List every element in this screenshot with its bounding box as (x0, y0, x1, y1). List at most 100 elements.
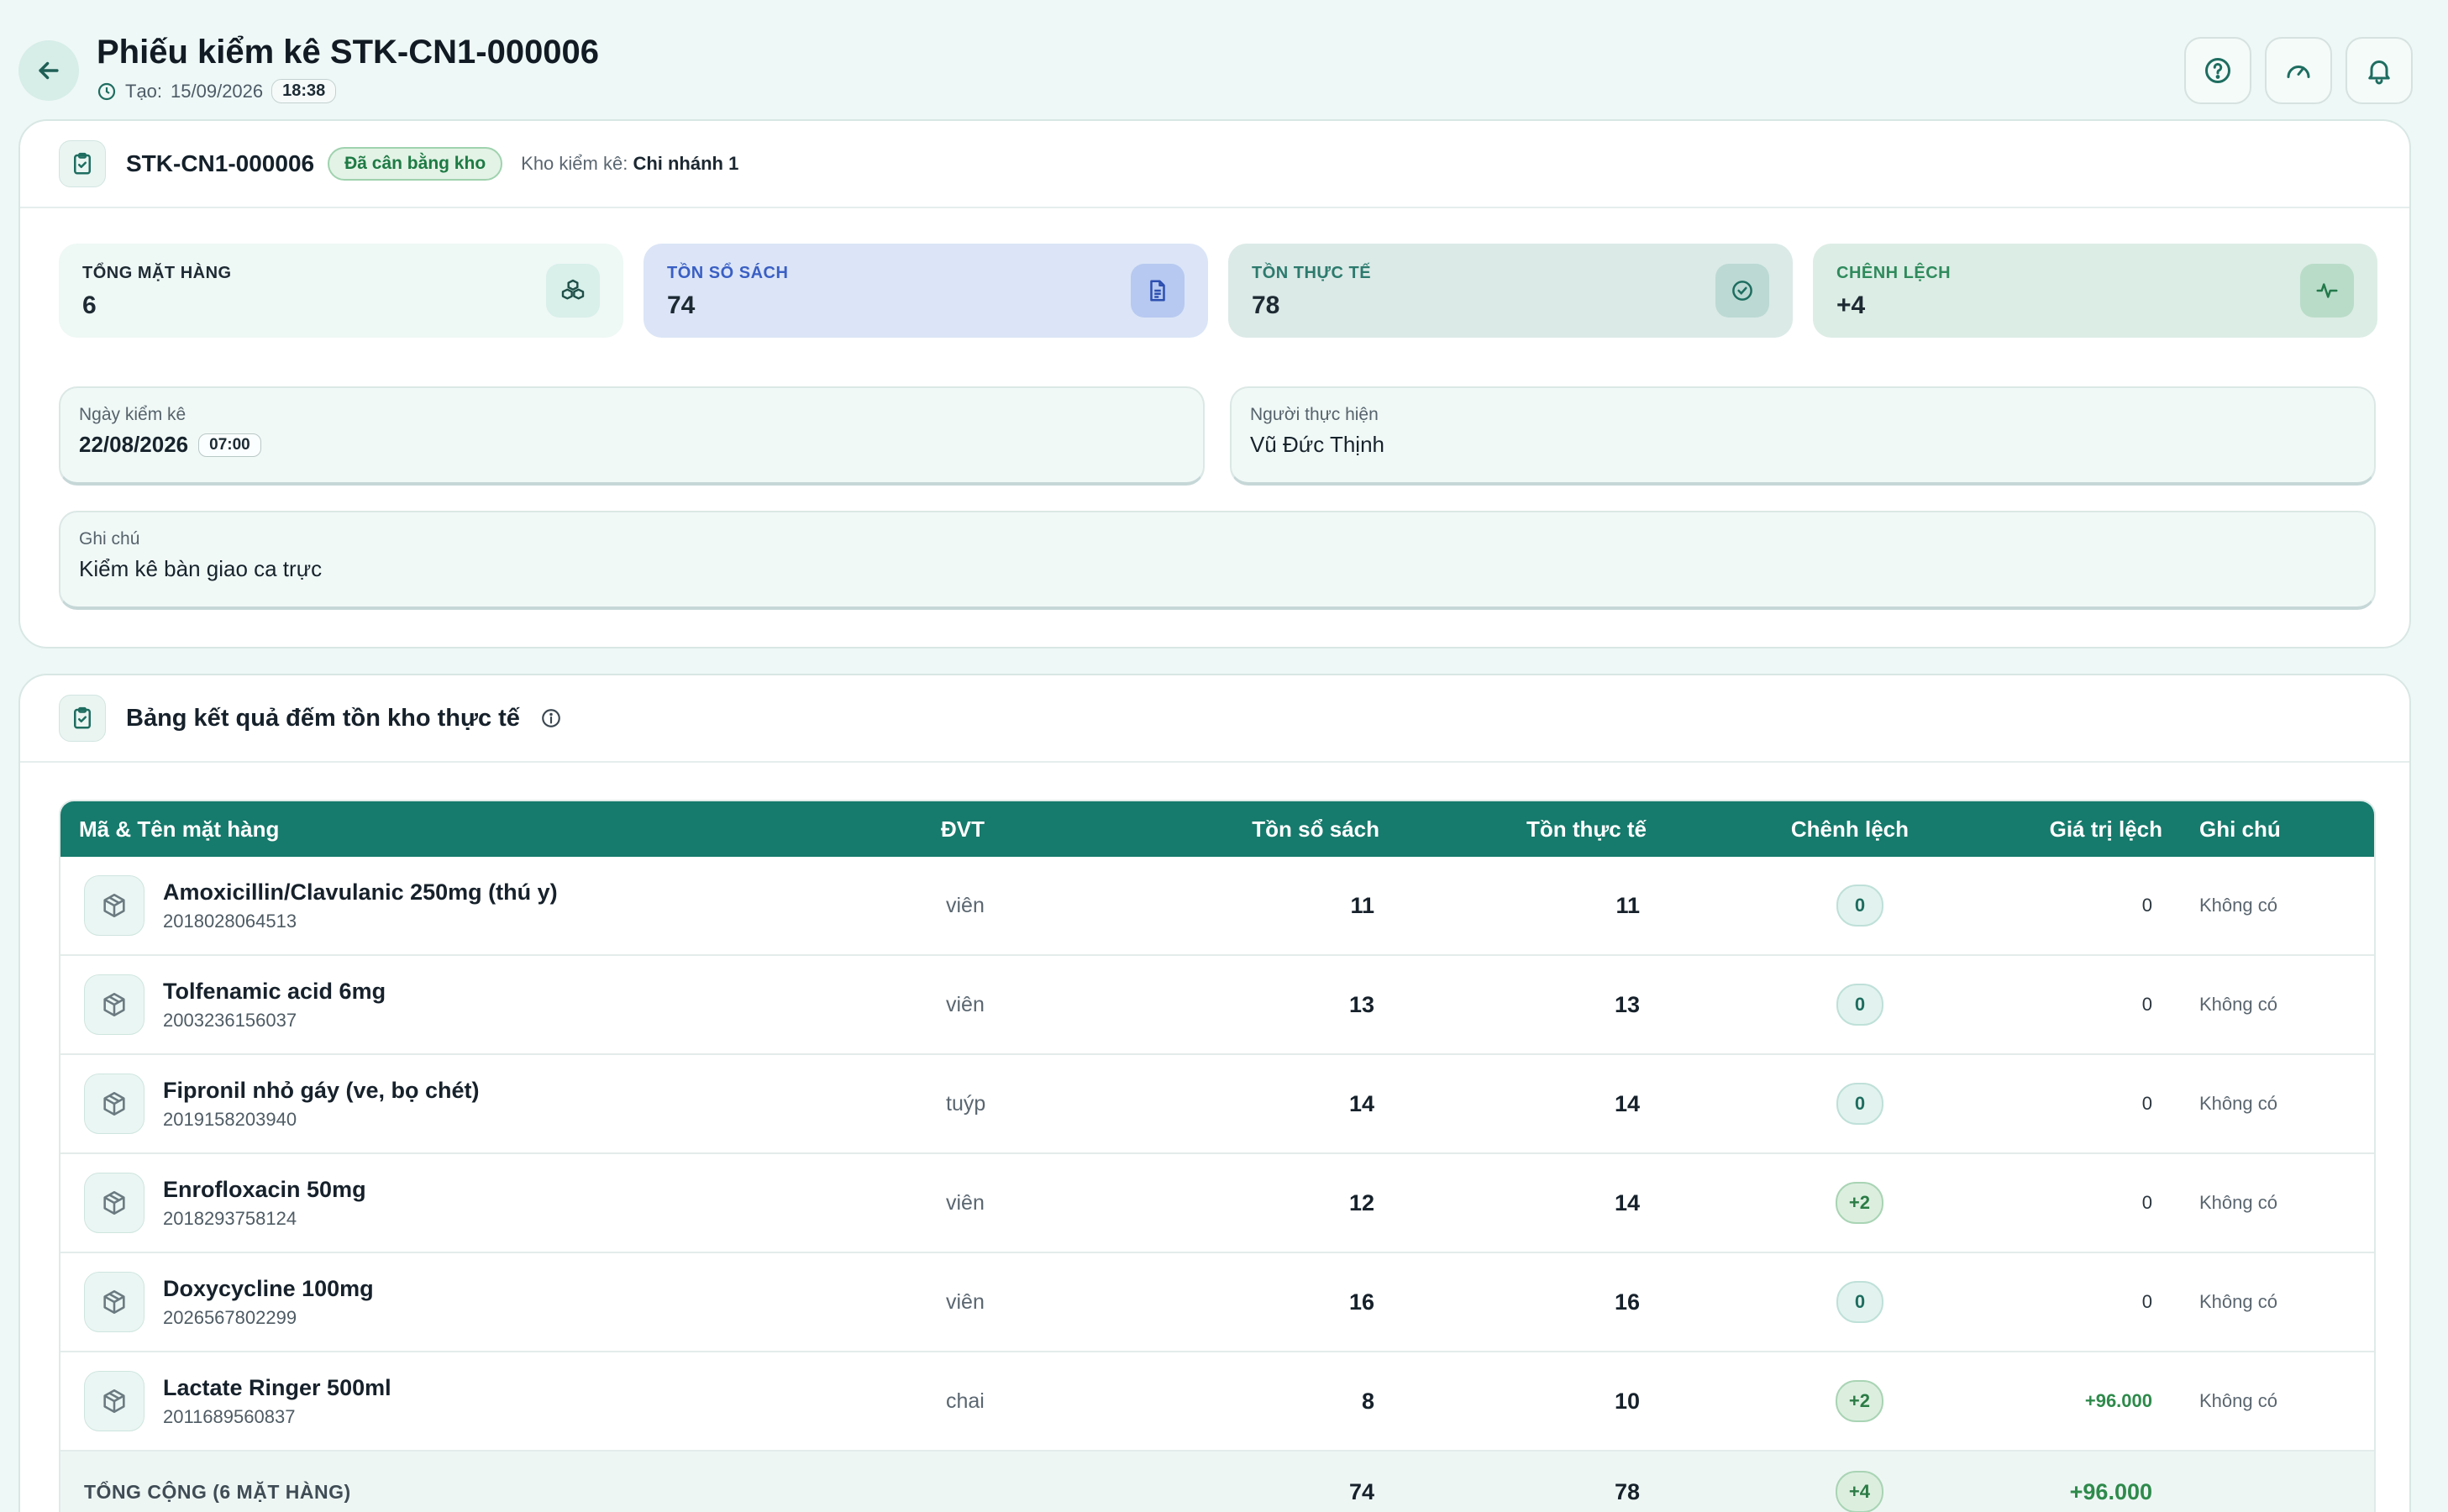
table-row[interactable]: Fipronil nhỏ gáy (ve, bọ chét) 2019158203… (60, 1055, 2374, 1154)
book-cell: 11 (1350, 892, 1374, 918)
col-header-item[interactable]: Mã & Tên mặt hàng (60, 816, 934, 843)
note-label: Ghi chú (79, 529, 140, 549)
note-field[interactable]: Ghi chú Kiểm kê bàn giao ca trực (59, 511, 2376, 610)
item-name: Tolfenamic acid 6mg (163, 978, 386, 1004)
item-code: 2011689560837 (163, 1405, 296, 1427)
table-footer-row: TỔNG CỘNG (6 MẶT HÀNG) 74 78 +4 +96.000 (60, 1452, 2374, 1512)
created-label: Tạo: (125, 80, 163, 102)
total-label: TỔNG CỘNG (6 MẶT HÀNG) (84, 1480, 351, 1503)
note-cell: Không có (2199, 1192, 2277, 1213)
warehouse-label: Kho kiểm kê: (521, 153, 628, 174)
stat-total-items: Tổng mặt hàng 6 (59, 244, 623, 338)
results-card: Bảng kết quả đếm tồn kho thực tế Mã & Tê… (18, 674, 2411, 1512)
total-value: +96.000 (2069, 1478, 2152, 1504)
stat-actual-stock: Tồn thực tế 78 (1228, 244, 1793, 338)
status-badge: Đã cân bằng kho (328, 147, 503, 181)
item-name: Amoxicillin/Clavulanic 250mg (thú y) (163, 879, 558, 905)
help-circle-icon (2203, 55, 2233, 86)
value-cell: 0 (2141, 1192, 2152, 1213)
diff-badge: 0 (1836, 885, 1883, 927)
col-header-note[interactable]: Ghi chú (2162, 816, 2372, 843)
diff-badge: 0 (1836, 984, 1883, 1026)
person-label: Người thực hiện (1250, 405, 1379, 424)
arrow-left-icon (34, 56, 63, 85)
stat-label: Tổng mặt hàng (82, 264, 232, 282)
stat-book-stock: Tồn sổ sách 74 (644, 244, 1208, 338)
actual-cell: 11 (1615, 892, 1640, 918)
notifications-button[interactable] (2346, 37, 2413, 104)
total-book: 74 (1348, 1478, 1374, 1504)
count-date-label: Ngày kiểm kê (79, 405, 186, 424)
value-cell: 0 (2141, 895, 2152, 916)
person-field[interactable]: Người thực hiện Vũ Đức Thịnh (1230, 386, 2376, 486)
book-cell: 16 (1348, 1289, 1374, 1315)
book-cell: 12 (1348, 1189, 1374, 1215)
diff-cell: 0 (1647, 885, 1909, 927)
table-row[interactable]: Doxycycline 100mg 2026567802299 viên 16 1… (60, 1253, 2374, 1352)
help-button[interactable] (2184, 37, 2251, 104)
diff-badge: 0 (1836, 1281, 1883, 1323)
unit-cell: viên (946, 1190, 985, 1215)
note-cell: Không có (2199, 895, 2277, 916)
col-header-book[interactable]: Tồn sổ sách (1127, 816, 1379, 843)
diff-badge: 0 (1836, 1083, 1883, 1125)
total-actual: 78 (1614, 1478, 1640, 1504)
col-header-diff[interactable]: Chênh lệch (1647, 816, 1909, 843)
stat-value: 6 (82, 291, 97, 319)
top-bar: Phiếu kiểm kê STK-CN1-000006 Tạo: 15/09/… (0, 0, 2448, 118)
actual-cell: 14 (1614, 1189, 1640, 1215)
stat-value: 78 (1252, 291, 1280, 319)
total-diff-cell: +4 (1647, 1471, 1909, 1512)
book-cell: 14 (1348, 1090, 1374, 1116)
package-icon (84, 974, 144, 1035)
document-icon (1131, 264, 1185, 318)
col-header-unit[interactable]: ĐVT (934, 816, 1127, 843)
actual-cell: 16 (1614, 1289, 1640, 1315)
stat-label: Tồn thực tế (1252, 264, 1372, 282)
bell-icon (2364, 55, 2394, 86)
top-actions (2184, 37, 2413, 104)
item-name: Fipronil nhỏ gáy (ve, bọ chét) (163, 1077, 480, 1103)
diff-cell: 0 (1647, 1281, 1909, 1323)
activity-icon (2300, 264, 2354, 318)
note-cell: Không có (2199, 1291, 2277, 1312)
package-icon (84, 1371, 144, 1431)
table-row[interactable]: Lactate Ringer 500ml 2011689560837 chai 8… (60, 1352, 2374, 1452)
item-name: Lactate Ringer 500ml (163, 1374, 391, 1400)
item-name: Enrofloxacin 50mg (163, 1176, 366, 1202)
item-cell: Amoxicillin/Clavulanic 250mg (thú y) 2018… (60, 875, 934, 936)
info-icon[interactable] (540, 707, 562, 729)
package-icon (84, 1272, 144, 1332)
results-header: Bảng kết quả đếm tồn kho thực tế (20, 675, 2409, 763)
summary-header: STK-CN1-000006 Đã cân bằng kho Kho kiểm … (20, 121, 2409, 208)
table-row[interactable]: Enrofloxacin 50mg 2018293758124 viên 12 1… (60, 1154, 2374, 1253)
results-table: Mã & Tên mặt hàng ĐVT Tồn sổ sách Tồn th… (59, 800, 2376, 1512)
note-value: Kiểm kê bàn giao ca trực (79, 556, 323, 581)
book-cell: 8 (1361, 1388, 1374, 1414)
value-cell: +96.000 (2084, 1390, 2152, 1411)
count-date-field[interactable]: Ngày kiểm kê 22/08/2026 07:00 (59, 386, 1205, 486)
total-diff-badge: +4 (1835, 1471, 1883, 1512)
note-cell: Không có (2199, 994, 2277, 1015)
diff-badge: +2 (1835, 1182, 1883, 1224)
item-cell: Enrofloxacin 50mg 2018293758124 (60, 1173, 934, 1233)
table-row[interactable]: Tolfenamic acid 6mg 2003236156037 viên 13… (60, 956, 2374, 1055)
diff-badge: +2 (1835, 1380, 1883, 1422)
package-icon (84, 875, 144, 936)
actual-cell: 13 (1614, 991, 1640, 1017)
value-cell: 0 (2141, 1291, 2152, 1312)
item-code: 2018028064513 (163, 910, 297, 932)
back-button[interactable] (18, 40, 79, 101)
unit-cell: viên (946, 1289, 985, 1314)
page-title: Phiếu kiểm kê STK-CN1-000006 (97, 34, 600, 71)
created-time: 18:38 (271, 79, 337, 103)
col-header-value[interactable]: Giá trị lệch (1909, 816, 2162, 843)
table-row[interactable]: Amoxicillin/Clavulanic 250mg (thú y) 2018… (60, 857, 2374, 956)
col-header-actual[interactable]: Tồn thực tế (1379, 816, 1647, 843)
created-date: 15/09/2026 (171, 80, 264, 102)
package-icon (84, 1074, 144, 1134)
dashboard-button[interactable] (2265, 37, 2332, 104)
package-icon (84, 1173, 144, 1233)
stats-row: Tổng mặt hàng 6 Tồn sổ sách 74 Tồn thực … (59, 244, 2377, 338)
check-circle-icon (1715, 264, 1769, 318)
